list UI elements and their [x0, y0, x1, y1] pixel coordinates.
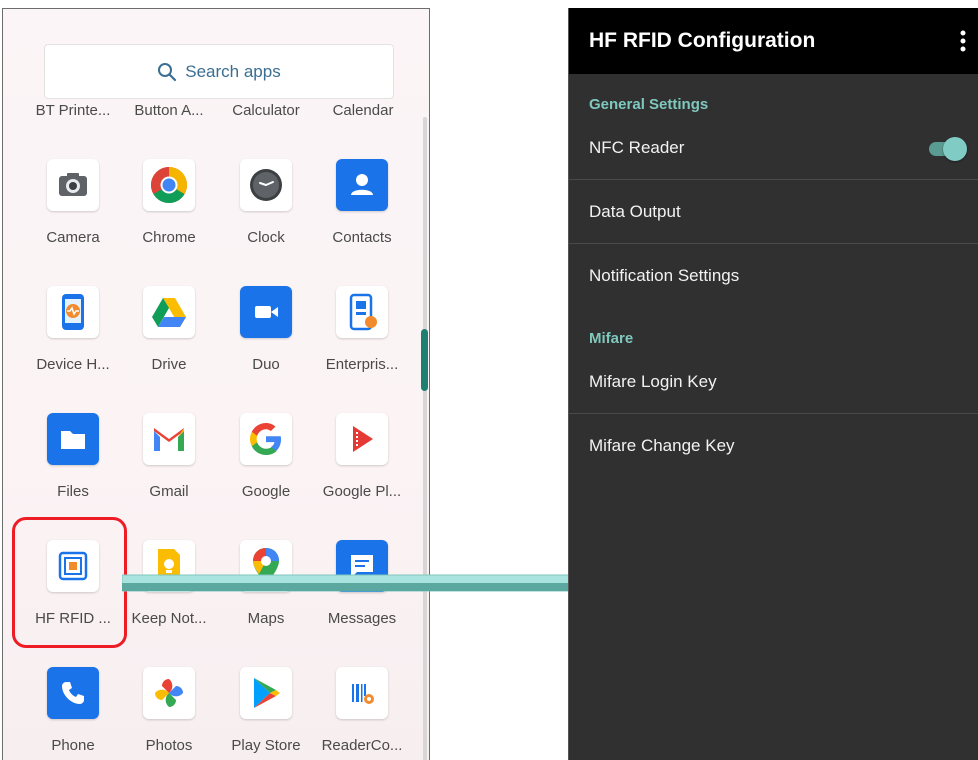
device-health-icon — [47, 286, 99, 338]
app-photos[interactable]: Photos — [121, 667, 217, 754]
files-icon — [47, 413, 99, 465]
app-label: ReaderCo... — [321, 737, 403, 754]
app-reader-config[interactable]: ReaderCo... — [314, 667, 410, 754]
play-store-icon — [240, 667, 292, 719]
app-google-play-movies[interactable]: Google Pl... — [314, 413, 410, 500]
app-label: Keep Not... — [131, 610, 207, 627]
app-device-health[interactable]: Device H... — [25, 286, 121, 373]
app-label: Google Pl... — [322, 483, 402, 500]
app-gmail[interactable]: Gmail — [121, 413, 217, 500]
arrow-icon — [122, 563, 607, 605]
app-label: Clock — [247, 229, 285, 246]
app-label: Chrome — [142, 229, 196, 246]
category-general-settings: General Settings — [589, 96, 709, 113]
app-label: Play Store — [231, 737, 301, 754]
google-play-movies-icon — [336, 413, 388, 465]
app-play-store[interactable]: Play Store — [218, 667, 314, 754]
setting-data-output[interactable]: Data Output — [569, 180, 978, 244]
app-contacts[interactable]: Contacts — [314, 159, 410, 246]
app-label: Phone — [51, 737, 95, 754]
app-label: Maps — [247, 610, 285, 627]
hf-rfid-highlight — [12, 517, 127, 648]
scrollbar-track[interactable] — [423, 117, 427, 760]
category-mifare: Mifare — [589, 330, 634, 347]
app-label-calendar[interactable]: Calendar — [313, 102, 413, 119]
app-chrome[interactable]: Chrome — [121, 159, 217, 246]
search-apps-label: Search apps — [185, 61, 281, 81]
app-label: Drive — [151, 356, 187, 373]
app-label: Camera — [46, 229, 100, 246]
app-bar: HF RFID Configuration — [569, 8, 978, 74]
app-camera[interactable]: Camera — [25, 159, 121, 246]
google-icon — [240, 413, 292, 465]
reader-config-icon — [336, 667, 388, 719]
app-duo[interactable]: Duo — [218, 286, 314, 373]
duo-icon — [240, 286, 292, 338]
setting-mifare-login-key[interactable]: Mifare Login Key — [569, 350, 978, 414]
app-enterprise[interactable]: Enterpris... — [314, 286, 410, 373]
nfc-reader-toggle[interactable] — [927, 135, 967, 161]
setting-notification-settings[interactable]: Notification Settings — [569, 244, 978, 308]
chrome-icon — [143, 159, 195, 211]
setting-label: NFC Reader — [589, 138, 685, 157]
app-google[interactable]: Google — [218, 413, 314, 500]
setting-mifare-change-key[interactable]: Mifare Change Key — [569, 414, 978, 478]
camera-icon — [47, 159, 99, 211]
scrollbar-thumb[interactable] — [421, 329, 428, 391]
setting-label: Mifare Login Key — [589, 372, 717, 391]
app-label: Enterpris... — [325, 356, 399, 373]
app-files[interactable]: Files — [25, 413, 121, 500]
app-label-button-assignment[interactable]: Button A... — [119, 102, 219, 119]
search-icon — [158, 62, 177, 81]
toggle-knob — [943, 137, 967, 161]
app-label: Contacts — [332, 229, 392, 246]
app-drive[interactable]: Drive — [121, 286, 217, 373]
app-label: Duo — [252, 356, 280, 373]
setting-label: Notification Settings — [589, 266, 740, 285]
gmail-icon — [143, 413, 195, 465]
enterprise-icon — [336, 286, 388, 338]
app-label: Google — [241, 483, 291, 500]
settings-screen: HF RFID Configuration General Settings N… — [568, 8, 978, 760]
contacts-icon — [336, 159, 388, 211]
app-label: Files — [57, 483, 89, 500]
app-label: Photos — [145, 737, 193, 754]
more-options-icon[interactable] — [959, 30, 967, 52]
phone-icon — [47, 667, 99, 719]
setting-nfc-reader[interactable]: NFC Reader — [569, 116, 978, 180]
app-label: Messages — [327, 610, 397, 627]
app-label: Device H... — [36, 356, 110, 373]
setting-label: Mifare Change Key — [589, 436, 735, 455]
photos-icon — [143, 667, 195, 719]
search-apps-bar[interactable]: Search apps — [44, 44, 394, 99]
page-title: HF RFID Configuration — [589, 29, 816, 52]
app-label-calculator[interactable]: Calculator — [216, 102, 316, 119]
drive-icon — [143, 286, 195, 338]
setting-label: Data Output — [589, 202, 681, 221]
clock-icon — [240, 159, 292, 211]
app-label: Gmail — [149, 483, 189, 500]
app-label-bt-printer[interactable]: BT Printe... — [23, 102, 123, 119]
app-phone[interactable]: Phone — [25, 667, 121, 754]
app-clock[interactable]: Clock — [218, 159, 314, 246]
